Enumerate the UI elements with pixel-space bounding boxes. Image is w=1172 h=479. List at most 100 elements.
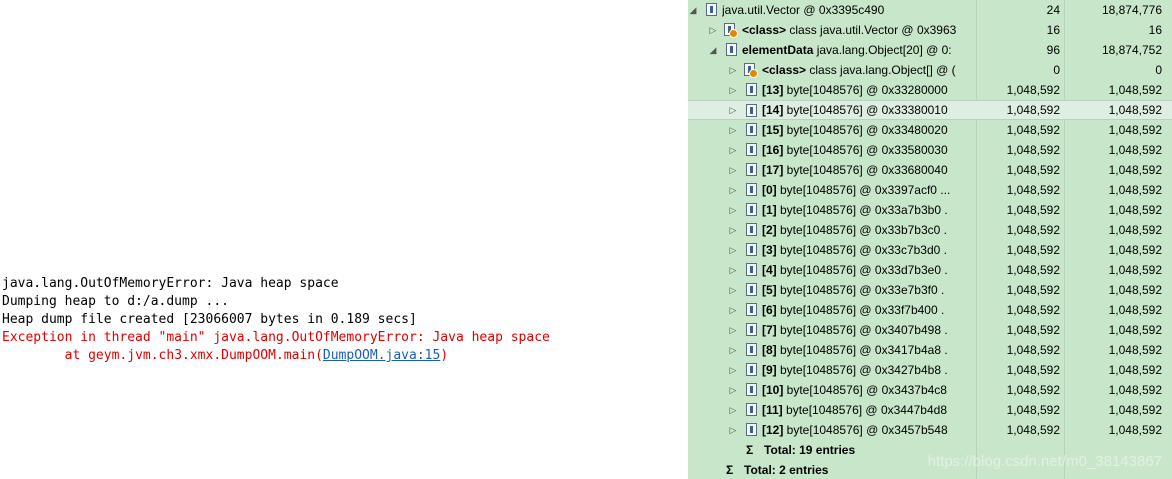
expand-arrow-icon[interactable]: ▷: [728, 101, 738, 119]
shallow-heap-cell: 16: [1046, 23, 1060, 37]
heap-object-tree[interactable]: ◢ java.util.Vector @ 0x3395c490 24 18,87…: [688, 0, 1172, 479]
console-line-dump-created: Heap dump file created [23066007 bytes i…: [2, 312, 417, 327]
expand-arrow-icon[interactable]: ▷: [728, 80, 738, 100]
tree-row-array-element[interactable]: ▷ [0] byte[1048576] @ 0x3397acf0 ... 1,048…: [688, 180, 1172, 200]
collapse-arrow-icon[interactable]: ◢: [688, 0, 698, 20]
tree-row-label: [6] byte[1048576] @ 0x33f7b400 .: [762, 303, 945, 317]
source-link[interactable]: DumpOOM.java:15: [323, 348, 440, 363]
tree-row-array-element[interactable]: ▷ [16] byte[1048576] @ 0x33580030 1,048,59…: [688, 140, 1172, 160]
shallow-heap-cell: 1,048,592: [1006, 323, 1060, 337]
expand-arrow-icon[interactable]: ▷: [728, 380, 738, 400]
expand-arrow-icon[interactable]: ▷: [728, 120, 738, 140]
tree-row-array-element[interactable]: ▷ [9] byte[1048576] @ 0x3427b4b8 . 1,048,5…: [688, 360, 1172, 380]
tree-row-elementdata[interactable]: ◢ elementData java.lang.Object[20] @ 0: …: [688, 40, 1172, 60]
retained-heap-cell: 1,048,592: [1108, 383, 1162, 397]
expand-arrow-icon[interactable]: ▷: [708, 20, 718, 40]
shallow-heap-cell: 1,048,592: [1006, 303, 1060, 317]
tree-row-label: [4] byte[1048576] @ 0x33d7b3e0 .: [762, 263, 948, 277]
tree-row-label: [15] byte[1048576] @ 0x33480020: [762, 123, 948, 137]
console-line-oom: java.lang.OutOfMemoryError: Java heap sp…: [2, 276, 339, 291]
expand-arrow-icon[interactable]: ▷: [728, 280, 738, 300]
expand-arrow-icon[interactable]: ▷: [728, 300, 738, 320]
tree-row-array-element[interactable]: ▷ [3] byte[1048576] @ 0x33c7b3d0 . 1,048,5…: [688, 240, 1172, 260]
retained-heap-cell: 1,048,592: [1108, 303, 1162, 317]
tree-row-array-element[interactable]: ▷ [1] byte[1048576] @ 0x33a7b3b0 . 1,048,5…: [688, 200, 1172, 220]
expand-arrow-icon[interactable]: ▷: [728, 140, 738, 160]
tree-row-label: [0] byte[1048576] @ 0x3397acf0 ...: [762, 183, 951, 197]
expand-arrow-icon[interactable]: ▷: [728, 160, 738, 180]
tree-row-array-element[interactable]: ▷ [10] byte[1048576] @ 0x3437b4c8 1,048,59…: [688, 380, 1172, 400]
stack-frame-prefix: at geym.jvm.ch3.xmx.DumpOOM.main(: [2, 348, 323, 363]
expand-arrow-icon[interactable]: ▷: [728, 260, 738, 280]
tree-row-array-element[interactable]: ▷ [17] byte[1048576] @ 0x33680040 1,048,59…: [688, 160, 1172, 180]
tree-row-array-element[interactable]: ▷ [15] byte[1048576] @ 0x33480020 1,048,59…: [688, 120, 1172, 140]
expand-arrow-icon[interactable]: ▷: [728, 360, 738, 380]
expand-arrow-icon[interactable]: ▷: [728, 420, 738, 440]
retained-heap-cell: 1,048,592: [1108, 83, 1162, 97]
expand-arrow-icon[interactable]: ▷: [728, 240, 738, 260]
tree-row-label: <class> class java.lang.Object[] @ (: [762, 63, 956, 77]
expand-arrow-icon[interactable]: ▷: [728, 320, 738, 340]
retained-heap-cell: 1,048,592: [1108, 343, 1162, 357]
tree-row-array-class[interactable]: ▷ <class> class java.lang.Object[] @ ( 0…: [688, 60, 1172, 80]
tree-row-array-element[interactable]: ▷ [14] byte[1048576] @ 0x33380010 1,048,59…: [688, 100, 1172, 120]
expand-arrow-icon[interactable]: ▷: [728, 340, 738, 360]
retained-heap-cell: 1,048,592: [1108, 223, 1162, 237]
tree-row-array-element[interactable]: ▷ [2] byte[1048576] @ 0x33b7b3c0 . 1,048,5…: [688, 220, 1172, 240]
tree-row-label: [16] byte[1048576] @ 0x33580030: [762, 143, 948, 157]
expand-arrow-icon[interactable]: ▷: [728, 400, 738, 420]
tree-row-array-element[interactable]: ▷ [7] byte[1048576] @ 0x3407b498 . 1,048,5…: [688, 320, 1172, 340]
tree-row-array-element[interactable]: ▷ [5] byte[1048576] @ 0x33e7b3f0 . 1,048,5…: [688, 280, 1172, 300]
tree-row-array-element[interactable]: ▷ [4] byte[1048576] @ 0x33d7b3e0 . 1,048,5…: [688, 260, 1172, 280]
shallow-heap-cell: 0: [1053, 63, 1060, 77]
shallow-heap-cell: 1,048,592: [1006, 123, 1060, 137]
tree-row-label: java.util.Vector @ 0x3395c490: [722, 3, 885, 17]
array-icon: [746, 283, 757, 296]
tree-row-label: <class> class java.util.Vector @ 0x3963: [742, 23, 957, 37]
shallow-heap-cell: 1,048,592: [1006, 263, 1060, 277]
retained-heap-cell: 1,048,592: [1108, 203, 1162, 217]
tree-row-array-element[interactable]: ▷ [13] byte[1048576] @ 0x33280000 1,048,59…: [688, 80, 1172, 100]
expand-arrow-icon[interactable]: ▷: [728, 180, 738, 200]
class-icon: [744, 63, 758, 78]
expand-arrow-icon[interactable]: ▷: [728, 220, 738, 240]
tree-row-array-element[interactable]: ▷ [11] byte[1048576] @ 0x3447b4d8 1,048,59…: [688, 400, 1172, 420]
tree-row-array-element[interactable]: ▷ [6] byte[1048576] @ 0x33f7b400 . 1,048,5…: [688, 300, 1172, 320]
shallow-heap-cell: 1,048,592: [1006, 243, 1060, 257]
tree-row-label: [2] byte[1048576] @ 0x33b7b3c0 .: [762, 223, 947, 237]
shallow-heap-cell: 1,048,592: [1006, 163, 1060, 177]
expand-arrow-icon[interactable]: ▷: [728, 60, 738, 80]
tree-row-label: [9] byte[1048576] @ 0x3427b4b8 .: [762, 363, 948, 377]
retained-heap-cell: 18,874,776: [1101, 3, 1162, 17]
expand-arrow-icon[interactable]: ▷: [728, 200, 738, 220]
array-icon: [746, 383, 757, 396]
tree-row-label: [1] byte[1048576] @ 0x33a7b3b0 .: [762, 203, 948, 217]
array-icon: [746, 243, 757, 256]
retained-heap-cell: 1,048,592: [1108, 243, 1162, 257]
tree-row-array-element[interactable]: ▷ [8] byte[1048576] @ 0x3417b4a8 . 1,048,5…: [688, 340, 1172, 360]
tree-row-label: [17] byte[1048576] @ 0x33680040: [762, 163, 948, 177]
shallow-heap-cell: 1,048,592: [1006, 103, 1060, 117]
tree-row-array-element[interactable]: ▷ [12] byte[1048576] @ 0x3457b548 1,048,59…: [688, 420, 1172, 440]
array-icon: [746, 403, 757, 416]
array-icon: [746, 423, 757, 436]
shallow-heap-cell: 1,048,592: [1006, 283, 1060, 297]
tree-row-label: [5] byte[1048576] @ 0x33e7b3f0 .: [762, 283, 945, 297]
console-line-stack-frame: at geym.jvm.ch3.xmx.DumpOOM.main(DumpOOM…: [2, 347, 449, 365]
collapse-arrow-icon[interactable]: ◢: [708, 40, 718, 60]
console-output: java.lang.OutOfMemoryError: Java heap sp…: [0, 0, 680, 479]
tree-row-label: [12] byte[1048576] @ 0x3457b548: [762, 423, 948, 437]
retained-heap-cell: 18,874,752: [1101, 43, 1162, 57]
retained-heap-cell: 0: [1155, 63, 1162, 77]
tree-row-root[interactable]: ◢ java.util.Vector @ 0x3395c490 24 18,87…: [688, 0, 1172, 20]
tree-row-label: [8] byte[1048576] @ 0x3417b4a8 .: [762, 343, 948, 357]
array-icon: [746, 363, 757, 376]
sum-icon: Σ: [726, 463, 734, 477]
retained-heap-cell: 1,048,592: [1108, 363, 1162, 377]
retained-heap-cell: 1,048,592: [1108, 163, 1162, 177]
tree-row-class[interactable]: ▷ <class> class java.util.Vector @ 0x396…: [688, 20, 1172, 40]
shallow-heap-cell: 24: [1046, 3, 1060, 17]
tree-row-label: elementData java.lang.Object[20] @ 0:: [742, 43, 952, 57]
console-line-exception: Exception in thread "main" java.lang.Out…: [2, 330, 550, 345]
retained-heap-cell: 1,048,592: [1108, 403, 1162, 417]
